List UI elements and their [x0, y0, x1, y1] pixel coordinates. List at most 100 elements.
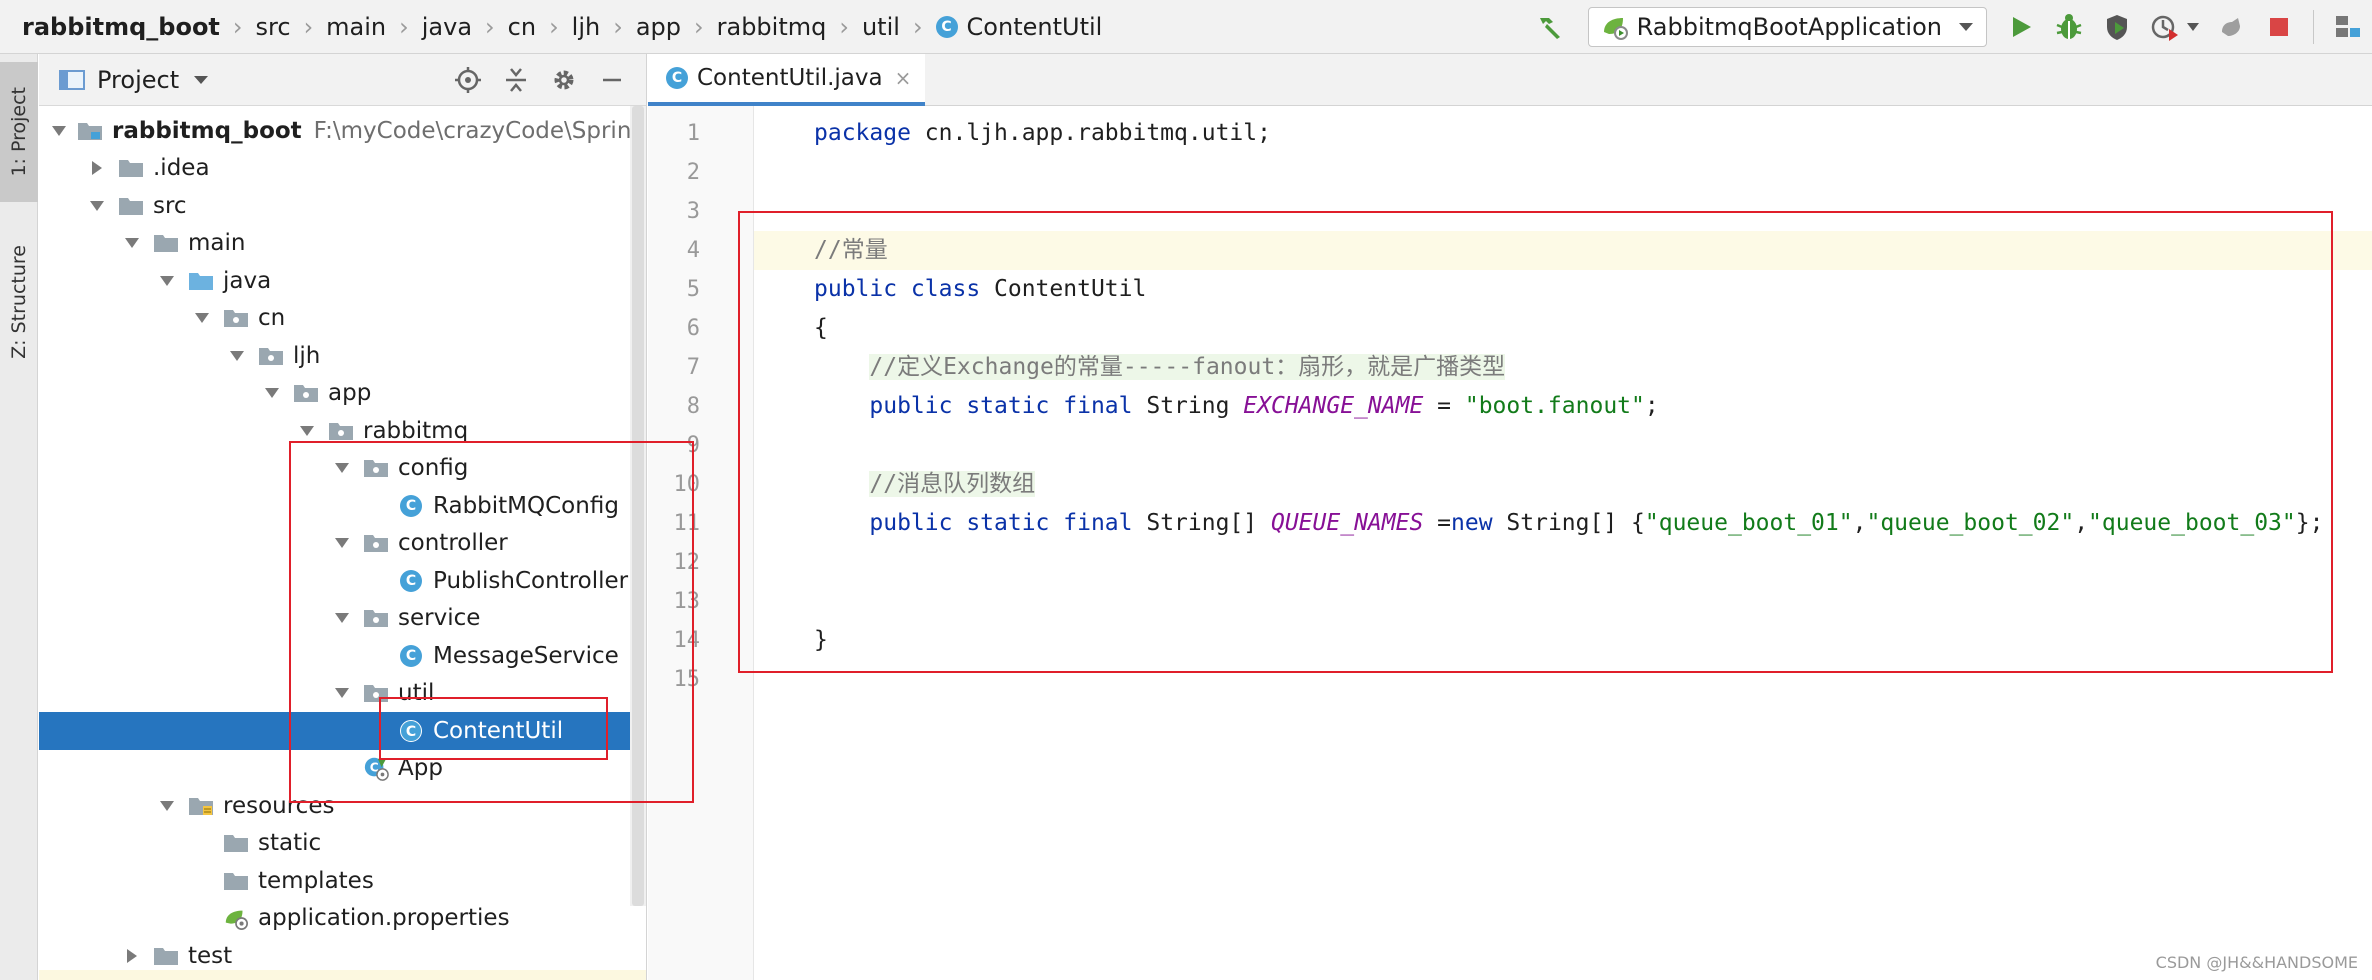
- tool-window-strip: 1: Project Z: Structure: [0, 54, 38, 980]
- breadcrumb-label: app: [635, 13, 682, 41]
- close-icon[interactable]: ×: [895, 66, 912, 90]
- breadcrumb-item[interactable]: app: [636, 13, 681, 41]
- tree-item-src[interactable]: src: [39, 187, 646, 225]
- minimize-icon[interactable]: [588, 60, 636, 100]
- tree-item-label: rabbitmq_boot: [112, 117, 302, 144]
- profile-dropdown-icon[interactable]: [2183, 7, 2203, 47]
- tree-item-label: application.properties: [258, 905, 510, 932]
- chevron-down-icon[interactable]: [156, 271, 178, 291]
- annotation-box-code: [738, 211, 2333, 673]
- breadcrumb-item[interactable]: src: [256, 13, 291, 41]
- project-panel-header: Project: [39, 54, 646, 106]
- chevron-right-icon[interactable]: [86, 158, 108, 178]
- tree-item-label: .idea: [153, 155, 210, 182]
- tree-item-rabbitmq-boot[interactable]: rabbitmq_boot F:\myCode\crazyCode\SpringB…: [39, 112, 646, 150]
- chevron-down-icon[interactable]: [51, 121, 67, 141]
- folder-icon: [153, 232, 179, 254]
- code-token: cn.ljh.app.rabbitmq.util;: [910, 120, 1271, 146]
- run-configuration-select[interactable]: RabbitmqBootApplication: [1587, 7, 1987, 47]
- project-panel-title: Project: [97, 65, 180, 94]
- tree-item-application-properties[interactable]: application.properties: [39, 900, 646, 938]
- attach-icon[interactable]: [2211, 7, 2251, 47]
- line-number: 4: [686, 238, 700, 263]
- tree-item-test[interactable]: test: [39, 937, 646, 975]
- tree-item-label: templates: [258, 867, 374, 894]
- breadcrumb-item[interactable]: java: [422, 13, 472, 41]
- breadcrumb-item[interactable]: main: [326, 13, 386, 41]
- breadcrumb-separator: ›: [485, 13, 495, 41]
- breadcrumb-item[interactable]: rabbitmq: [717, 13, 827, 41]
- line-number: 1: [686, 121, 700, 146]
- chevron-down-icon[interactable]: [296, 421, 318, 441]
- stop-icon[interactable]: [2259, 7, 2299, 47]
- project-view-icon: [59, 69, 85, 90]
- structure-tool-tab[interactable]: Z: Structure: [0, 222, 38, 382]
- folder-icon: [223, 870, 249, 892]
- tree-item--idea[interactable]: .idea: [39, 150, 646, 188]
- line-number: 7: [686, 355, 700, 380]
- line-number: 2: [686, 160, 700, 185]
- collapse-all-icon[interactable]: [492, 60, 540, 100]
- tree-item-java[interactable]: java: [39, 262, 646, 300]
- chevron-down-icon[interactable]: [191, 308, 213, 328]
- chevron-down-icon[interactable]: [193, 74, 209, 86]
- tree-item-static[interactable]: static: [39, 825, 646, 863]
- breadcrumb-item[interactable]: cn: [508, 13, 536, 41]
- tree-item-label: java: [223, 267, 272, 294]
- tree-item-app[interactable]: app: [39, 375, 646, 413]
- breadcrumb: rabbitmq_boot › src › main › java › cn › ljh › app › r…: [22, 0, 1102, 54]
- breadcrumb-label: ljh: [571, 13, 601, 41]
- hammer-icon[interactable]: [1530, 7, 1570, 47]
- locate-icon[interactable]: [444, 60, 492, 100]
- structure-icon[interactable]: [2328, 7, 2368, 47]
- chevron-down-icon[interactable]: [156, 796, 178, 816]
- editor-tab-contentutil[interactable]: C ContentUtil.java ×: [648, 54, 926, 106]
- package-icon: [258, 345, 284, 367]
- breadcrumb-label: rabbitmq: [716, 13, 827, 41]
- class-icon: C: [935, 16, 958, 38]
- chevron-right-icon[interactable]: [121, 946, 143, 966]
- breadcrumb-separator: ›: [613, 13, 623, 41]
- project-tool-tab[interactable]: 1: Project: [0, 62, 38, 202]
- tree-item-templates[interactable]: templates: [39, 862, 646, 900]
- tree-item-main[interactable]: main: [39, 225, 646, 263]
- breadcrumb-separator: ›: [694, 13, 704, 41]
- package-icon: [293, 382, 319, 404]
- breadcrumb-item[interactable]: C ContentUtil: [935, 13, 1103, 41]
- source-folder-icon: [188, 270, 214, 292]
- project-tool-label: 1: Project: [8, 87, 30, 177]
- breadcrumb-item[interactable]: rabbitmq_boot: [22, 13, 220, 41]
- line-number: 8: [686, 394, 700, 419]
- editor-tabs: C ContentUtil.java ×: [648, 54, 2372, 106]
- coverage-icon[interactable]: [2097, 7, 2137, 47]
- breadcrumb-separator: ›: [839, 13, 849, 41]
- breadcrumb-label: util: [861, 13, 900, 41]
- debug-icon[interactable]: [2049, 7, 2089, 47]
- tree-item-label: rabbitmq: [363, 417, 469, 444]
- tree-item-label: ljh: [293, 342, 321, 369]
- chevron-down-icon[interactable]: [86, 196, 108, 216]
- chevron-down-icon[interactable]: [121, 233, 143, 253]
- profile-icon[interactable]: [2145, 7, 2185, 47]
- chevron-down-icon[interactable]: [261, 383, 283, 403]
- breadcrumb-item[interactable]: ljh: [572, 13, 601, 41]
- breadcrumb-label: main: [326, 13, 387, 41]
- tree-item-ljh[interactable]: ljh: [39, 337, 646, 375]
- resources-folder-icon: [188, 795, 214, 817]
- run-configuration-label: RabbitmqBootApplication: [1636, 13, 1942, 41]
- tree-item-label: main: [188, 230, 246, 257]
- breadcrumb-label: ContentUtil: [966, 13, 1103, 41]
- breadcrumb-item[interactable]: util: [862, 13, 900, 41]
- chevron-down-icon[interactable]: [226, 346, 248, 366]
- package-icon: [223, 307, 249, 329]
- tree-item-cn[interactable]: cn: [39, 300, 646, 338]
- breadcrumb-label: java: [421, 13, 473, 41]
- tree-item-label: test: [188, 942, 233, 969]
- package-icon: [328, 420, 354, 442]
- tree-item-label: cn: [258, 305, 286, 332]
- line-number: 6: [686, 316, 700, 341]
- run-icon[interactable]: [2001, 7, 2041, 47]
- folder-icon: [118, 157, 144, 179]
- chevron-down-icon: [1959, 23, 1973, 31]
- gear-icon[interactable]: [540, 60, 588, 100]
